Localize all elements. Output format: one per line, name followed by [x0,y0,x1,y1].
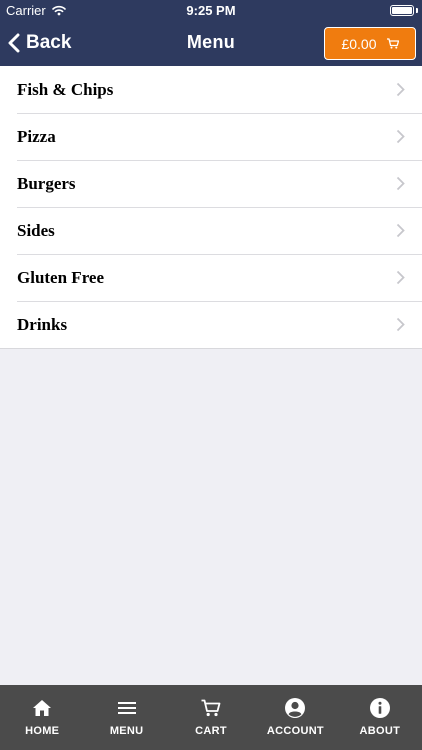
tab-label: HOME [25,725,60,737]
chevron-right-icon [396,176,405,191]
info-icon [369,697,391,719]
menu-item-pizza[interactable]: Pizza [0,113,422,160]
bottom-tab-bar: HOME MENU CART ACCOUNT ABOUT [0,685,422,750]
battery-tip [416,8,418,13]
menu-item-label: Gluten Free [17,267,105,287]
cart-icon [386,38,399,49]
chevron-right-icon [396,129,405,144]
menu-item-label: Sides [17,220,55,240]
battery-icon [390,5,414,16]
tab-account[interactable]: ACCOUNT [253,685,337,750]
status-bar: Carrier 9:25 PM [0,0,422,22]
user-icon [284,697,306,719]
menu-item-burgers[interactable]: Burgers [0,160,422,207]
tab-label: ACCOUNT [266,725,324,737]
tab-label: CART [195,725,227,737]
menu-item-sides[interactable]: Sides [0,207,422,254]
menu-item-label: Pizza [17,126,56,146]
tab-menu[interactable]: MENU [84,685,168,750]
menu-item-label: Burgers [17,173,76,193]
menu-item-label: Fish & Chips [17,79,114,99]
status-time: 9:25 PM [186,3,236,18]
chevron-right-icon [396,270,405,285]
menu-item-gluten-free[interactable]: Gluten Free [0,254,422,301]
chevron-right-icon [396,317,405,332]
menu-item-fish-and-chips[interactable]: Fish & Chips [0,66,422,113]
tab-label: MENU [109,725,144,737]
tab-label: ABOUT [359,725,401,737]
menu-item-label: Drinks [17,314,68,334]
tab-home[interactable]: HOME [0,685,84,750]
menu-item-drinks[interactable]: Drinks [0,301,422,348]
home-icon [31,697,53,719]
hamburger-menu-icon [116,697,138,719]
tab-about[interactable]: ABOUT [338,685,422,750]
menu-category-list: Fish & Chips Pizza Burgers Sides Gluten … [0,66,422,349]
chevron-right-icon [396,223,405,238]
chevron-right-icon [396,82,405,97]
navigation-header: Carrier 9:25 PM Back Menu £0.00 [0,0,422,66]
cart-amount: £0.00 [341,35,377,52]
cart-icon [200,697,222,719]
tab-cart[interactable]: CART [169,685,253,750]
cart-total-button[interactable]: £0.00 [324,27,416,60]
